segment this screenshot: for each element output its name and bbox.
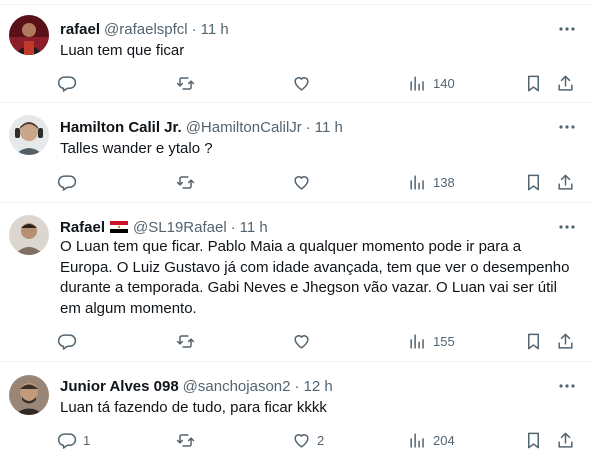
more-icon[interactable]	[555, 217, 579, 237]
tweet-text: Luan tá fazendo de tudo, para ficar kkkk	[60, 399, 327, 416]
reply-count: 1	[83, 432, 91, 448]
bookmark-button[interactable]	[524, 170, 543, 194]
reply-button[interactable]: 1	[58, 428, 90, 452]
share-icon	[558, 333, 573, 349]
repost-button[interactable]	[176, 428, 195, 452]
separator-dot: ·	[294, 377, 300, 395]
action-bar: 138	[52, 170, 582, 194]
tweet-header: rafael @rafaelspfcl · 11 h	[60, 19, 229, 39]
like-icon	[294, 175, 309, 190]
like-button[interactable]	[292, 170, 317, 194]
repost-icon	[176, 433, 195, 447]
reply-button[interactable]	[58, 329, 83, 353]
bookmark-button[interactable]	[524, 329, 543, 353]
tweet-text: Talles wander e ytalo ?	[60, 140, 213, 157]
share-button[interactable]	[556, 329, 575, 353]
views-icon	[410, 432, 424, 448]
bookmark-button[interactable]	[524, 71, 543, 95]
separator-dot: ·	[230, 218, 236, 236]
author-handle[interactable]: @rafaelspfcl	[104, 21, 188, 38]
tweet-header: Hamilton Calil Jr. @HamiltonCalilJr · 11…	[60, 117, 343, 137]
tweet[interactable]: Junior Alves 098 @sanchojason2 · 12 h Lu…	[0, 362, 593, 470]
timestamp[interactable]: 11 h	[240, 219, 268, 236]
author-handle[interactable]: @sanchojason2	[183, 378, 291, 395]
repost-icon	[176, 175, 195, 189]
repost-button[interactable]	[176, 170, 195, 194]
like-icon	[294, 76, 309, 91]
like-count: 2	[317, 432, 325, 448]
bookmark-icon	[527, 432, 540, 448]
avatar[interactable]	[9, 215, 49, 255]
share-icon	[558, 174, 573, 190]
author-handle[interactable]: @SL19Rafael	[133, 219, 227, 236]
views-button[interactable]: 138	[408, 170, 455, 194]
timestamp[interactable]: 11 h	[315, 119, 343, 136]
repost-button[interactable]	[176, 329, 195, 353]
repost-button[interactable]	[176, 71, 195, 95]
tweet-text: O Luan tem que ficar. Pablo Maia a qualq…	[60, 238, 570, 317]
reply-icon	[58, 432, 77, 449]
share-icon	[558, 432, 573, 448]
bookmark-icon	[527, 174, 540, 190]
reply-icon	[58, 333, 77, 350]
author-name[interactable]: Hamilton Calil Jr.	[60, 119, 182, 136]
separator-dot: ·	[191, 20, 197, 38]
like-button[interactable]	[292, 329, 317, 353]
reply-icon	[58, 75, 77, 92]
views-button[interactable]: 140	[408, 71, 455, 95]
bookmark-icon	[527, 333, 540, 349]
share-icon	[558, 75, 573, 91]
view-count: 155	[433, 333, 455, 349]
views-icon	[410, 75, 424, 91]
author-name[interactable]: Junior Alves 098	[60, 378, 179, 395]
timestamp[interactable]: 11 h	[201, 21, 229, 38]
avatar[interactable]	[9, 375, 49, 415]
author-name[interactable]: rafael	[60, 21, 100, 38]
tweet[interactable]: rafael @rafaelspfcl · 11 h Luan tem que …	[0, 5, 593, 103]
separator-dot: ·	[305, 118, 311, 136]
action-bar: 140	[52, 71, 582, 95]
bookmark-icon	[527, 75, 540, 91]
views-button[interactable]: 204	[408, 428, 455, 452]
avatar[interactable]	[9, 115, 49, 155]
like-button[interactable]: 2	[292, 428, 324, 452]
avatar[interactable]	[9, 15, 49, 55]
reply-icon	[58, 174, 77, 191]
reply-button[interactable]	[58, 170, 83, 194]
author-name[interactable]: Rafael	[60, 219, 105, 236]
share-button[interactable]	[556, 71, 575, 95]
share-button[interactable]	[556, 428, 575, 452]
tweet-text: Luan tem que ficar	[60, 42, 185, 59]
like-button[interactable]	[292, 71, 317, 95]
more-icon[interactable]	[555, 19, 579, 39]
repost-icon	[176, 76, 195, 90]
share-button[interactable]	[556, 170, 575, 194]
egypt-flag-icon	[110, 221, 129, 233]
like-icon	[294, 334, 309, 349]
reply-button[interactable]	[58, 71, 83, 95]
more-icon[interactable]	[555, 376, 579, 396]
tweet[interactable]: Hamilton Calil Jr. @HamiltonCalilJr · 11…	[0, 103, 593, 203]
view-count: 138	[433, 174, 455, 190]
repost-icon	[176, 334, 195, 348]
tweet-header: Rafael @SL19Rafael · 11 h	[60, 217, 268, 237]
action-bar: 1 2 204	[52, 428, 582, 452]
views-button[interactable]: 155	[408, 329, 455, 353]
action-bar: 155	[52, 329, 582, 353]
author-handle[interactable]: @HamiltonCalilJr	[186, 119, 302, 136]
more-icon[interactable]	[555, 117, 579, 137]
tweet-header: Junior Alves 098 @sanchojason2 · 12 h	[60, 376, 333, 396]
tweet[interactable]: Rafael @SL19Rafael · 11 h O Luan tem que…	[0, 203, 593, 362]
timestamp[interactable]: 12 h	[303, 378, 332, 395]
view-count: 204	[433, 432, 455, 448]
views-icon	[410, 333, 424, 349]
bookmark-button[interactable]	[524, 428, 543, 452]
views-icon	[410, 174, 424, 190]
like-icon	[294, 433, 309, 448]
view-count: 140	[433, 75, 455, 91]
